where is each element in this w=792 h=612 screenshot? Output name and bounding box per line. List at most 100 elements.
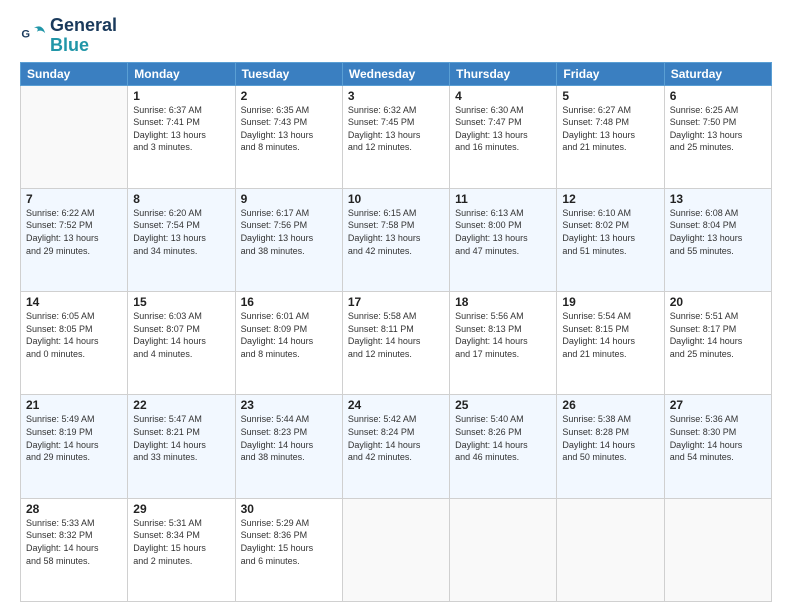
- day-cell: 25Sunrise: 5:40 AMSunset: 8:26 PMDayligh…: [450, 395, 557, 498]
- day-cell: 5Sunrise: 6:27 AMSunset: 7:48 PMDaylight…: [557, 85, 664, 188]
- day-info: Sunrise: 6:37 AMSunset: 7:41 PMDaylight:…: [133, 104, 229, 154]
- col-header-friday: Friday: [557, 62, 664, 85]
- day-info: Sunrise: 5:38 AMSunset: 8:28 PMDaylight:…: [562, 413, 658, 463]
- day-number: 30: [241, 502, 337, 516]
- day-number: 16: [241, 295, 337, 309]
- day-number: 5: [562, 89, 658, 103]
- day-cell: 17Sunrise: 5:58 AMSunset: 8:11 PMDayligh…: [342, 292, 449, 395]
- day-cell: [557, 498, 664, 601]
- day-info: Sunrise: 5:44 AMSunset: 8:23 PMDaylight:…: [241, 413, 337, 463]
- day-cell: 12Sunrise: 6:10 AMSunset: 8:02 PMDayligh…: [557, 188, 664, 291]
- col-header-wednesday: Wednesday: [342, 62, 449, 85]
- day-cell: 15Sunrise: 6:03 AMSunset: 8:07 PMDayligh…: [128, 292, 235, 395]
- day-cell: 24Sunrise: 5:42 AMSunset: 8:24 PMDayligh…: [342, 395, 449, 498]
- day-cell: 8Sunrise: 6:20 AMSunset: 7:54 PMDaylight…: [128, 188, 235, 291]
- day-cell: 9Sunrise: 6:17 AMSunset: 7:56 PMDaylight…: [235, 188, 342, 291]
- day-cell: 14Sunrise: 6:05 AMSunset: 8:05 PMDayligh…: [21, 292, 128, 395]
- page: G General Blue SundayMondayTuesdayWednes…: [0, 0, 792, 612]
- day-info: Sunrise: 5:40 AMSunset: 8:26 PMDaylight:…: [455, 413, 551, 463]
- day-info: Sunrise: 6:22 AMSunset: 7:52 PMDaylight:…: [26, 207, 122, 257]
- day-number: 20: [670, 295, 766, 309]
- day-number: 25: [455, 398, 551, 412]
- col-header-sunday: Sunday: [21, 62, 128, 85]
- day-cell: 13Sunrise: 6:08 AMSunset: 8:04 PMDayligh…: [664, 188, 771, 291]
- col-header-thursday: Thursday: [450, 62, 557, 85]
- week-row-2: 7Sunrise: 6:22 AMSunset: 7:52 PMDaylight…: [21, 188, 772, 291]
- day-info: Sunrise: 5:58 AMSunset: 8:11 PMDaylight:…: [348, 310, 444, 360]
- day-number: 8: [133, 192, 229, 206]
- day-cell: 30Sunrise: 5:29 AMSunset: 8:36 PMDayligh…: [235, 498, 342, 601]
- day-cell: 10Sunrise: 6:15 AMSunset: 7:58 PMDayligh…: [342, 188, 449, 291]
- column-headers: SundayMondayTuesdayWednesdayThursdayFrid…: [21, 62, 772, 85]
- day-number: 10: [348, 192, 444, 206]
- week-row-1: 1Sunrise: 6:37 AMSunset: 7:41 PMDaylight…: [21, 85, 772, 188]
- week-row-5: 28Sunrise: 5:33 AMSunset: 8:32 PMDayligh…: [21, 498, 772, 601]
- day-info: Sunrise: 6:10 AMSunset: 8:02 PMDaylight:…: [562, 207, 658, 257]
- logo-text: General Blue: [50, 16, 117, 56]
- svg-text:G: G: [21, 28, 30, 40]
- day-number: 17: [348, 295, 444, 309]
- day-cell: 6Sunrise: 6:25 AMSunset: 7:50 PMDaylight…: [664, 85, 771, 188]
- day-number: 22: [133, 398, 229, 412]
- day-info: Sunrise: 6:03 AMSunset: 8:07 PMDaylight:…: [133, 310, 229, 360]
- col-header-tuesday: Tuesday: [235, 62, 342, 85]
- day-number: 18: [455, 295, 551, 309]
- day-cell: [664, 498, 771, 601]
- day-info: Sunrise: 6:20 AMSunset: 7:54 PMDaylight:…: [133, 207, 229, 257]
- day-info: Sunrise: 6:01 AMSunset: 8:09 PMDaylight:…: [241, 310, 337, 360]
- calendar-body: 1Sunrise: 6:37 AMSunset: 7:41 PMDaylight…: [21, 85, 772, 601]
- day-cell: 11Sunrise: 6:13 AMSunset: 8:00 PMDayligh…: [450, 188, 557, 291]
- day-info: Sunrise: 6:08 AMSunset: 8:04 PMDaylight:…: [670, 207, 766, 257]
- day-cell: 20Sunrise: 5:51 AMSunset: 8:17 PMDayligh…: [664, 292, 771, 395]
- day-number: 6: [670, 89, 766, 103]
- day-cell: 22Sunrise: 5:47 AMSunset: 8:21 PMDayligh…: [128, 395, 235, 498]
- day-number: 14: [26, 295, 122, 309]
- day-info: Sunrise: 5:51 AMSunset: 8:17 PMDaylight:…: [670, 310, 766, 360]
- logo-icon: G: [20, 22, 48, 50]
- day-cell: 16Sunrise: 6:01 AMSunset: 8:09 PMDayligh…: [235, 292, 342, 395]
- day-number: 4: [455, 89, 551, 103]
- day-cell: 27Sunrise: 5:36 AMSunset: 8:30 PMDayligh…: [664, 395, 771, 498]
- week-row-3: 14Sunrise: 6:05 AMSunset: 8:05 PMDayligh…: [21, 292, 772, 395]
- day-number: 26: [562, 398, 658, 412]
- day-cell: 29Sunrise: 5:31 AMSunset: 8:34 PMDayligh…: [128, 498, 235, 601]
- day-cell: 4Sunrise: 6:30 AMSunset: 7:47 PMDaylight…: [450, 85, 557, 188]
- day-number: 12: [562, 192, 658, 206]
- day-info: Sunrise: 6:13 AMSunset: 8:00 PMDaylight:…: [455, 207, 551, 257]
- day-number: 19: [562, 295, 658, 309]
- day-cell: 19Sunrise: 5:54 AMSunset: 8:15 PMDayligh…: [557, 292, 664, 395]
- day-info: Sunrise: 5:47 AMSunset: 8:21 PMDaylight:…: [133, 413, 229, 463]
- day-number: 24: [348, 398, 444, 412]
- day-cell: 7Sunrise: 6:22 AMSunset: 7:52 PMDaylight…: [21, 188, 128, 291]
- day-number: 21: [26, 398, 122, 412]
- day-info: Sunrise: 6:05 AMSunset: 8:05 PMDaylight:…: [26, 310, 122, 360]
- day-info: Sunrise: 5:42 AMSunset: 8:24 PMDaylight:…: [348, 413, 444, 463]
- day-info: Sunrise: 5:56 AMSunset: 8:13 PMDaylight:…: [455, 310, 551, 360]
- day-number: 7: [26, 192, 122, 206]
- day-number: 11: [455, 192, 551, 206]
- day-number: 3: [348, 89, 444, 103]
- day-cell: 28Sunrise: 5:33 AMSunset: 8:32 PMDayligh…: [21, 498, 128, 601]
- day-info: Sunrise: 5:36 AMSunset: 8:30 PMDaylight:…: [670, 413, 766, 463]
- day-number: 29: [133, 502, 229, 516]
- header: G General Blue: [20, 16, 772, 56]
- day-cell: 18Sunrise: 5:56 AMSunset: 8:13 PMDayligh…: [450, 292, 557, 395]
- week-row-4: 21Sunrise: 5:49 AMSunset: 8:19 PMDayligh…: [21, 395, 772, 498]
- day-info: Sunrise: 5:31 AMSunset: 8:34 PMDaylight:…: [133, 517, 229, 567]
- day-info: Sunrise: 6:27 AMSunset: 7:48 PMDaylight:…: [562, 104, 658, 154]
- day-info: Sunrise: 6:30 AMSunset: 7:47 PMDaylight:…: [455, 104, 551, 154]
- day-cell: 1Sunrise: 6:37 AMSunset: 7:41 PMDaylight…: [128, 85, 235, 188]
- logo: G General Blue: [20, 16, 117, 56]
- col-header-monday: Monday: [128, 62, 235, 85]
- day-number: 13: [670, 192, 766, 206]
- day-info: Sunrise: 6:32 AMSunset: 7:45 PMDaylight:…: [348, 104, 444, 154]
- day-number: 23: [241, 398, 337, 412]
- col-header-saturday: Saturday: [664, 62, 771, 85]
- day-cell: [342, 498, 449, 601]
- day-cell: 2Sunrise: 6:35 AMSunset: 7:43 PMDaylight…: [235, 85, 342, 188]
- day-number: 27: [670, 398, 766, 412]
- day-info: Sunrise: 5:33 AMSunset: 8:32 PMDaylight:…: [26, 517, 122, 567]
- day-cell: 26Sunrise: 5:38 AMSunset: 8:28 PMDayligh…: [557, 395, 664, 498]
- day-cell: [21, 85, 128, 188]
- day-info: Sunrise: 6:17 AMSunset: 7:56 PMDaylight:…: [241, 207, 337, 257]
